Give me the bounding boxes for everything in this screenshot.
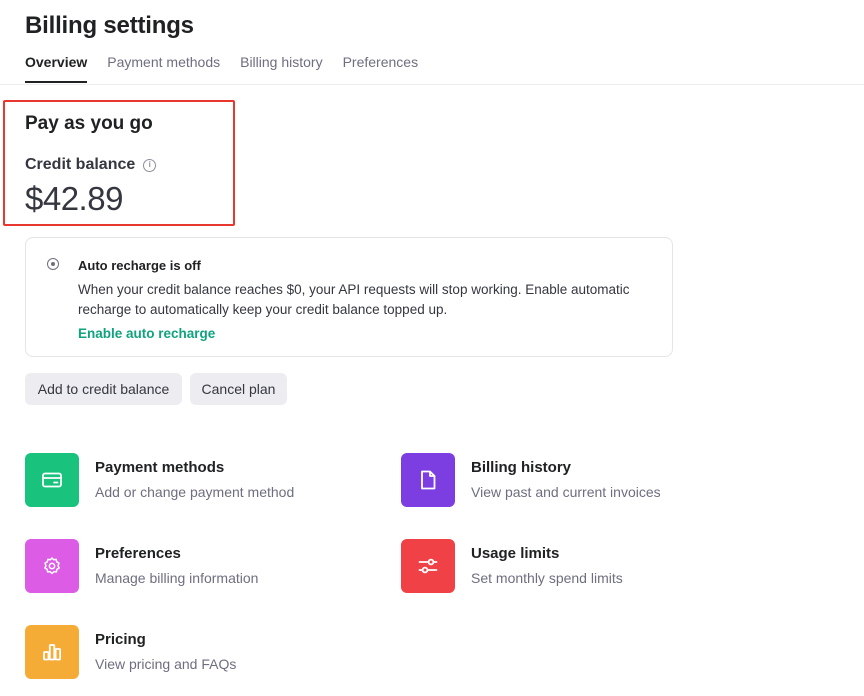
preferences-subtitle: Manage billing information	[95, 570, 259, 586]
pricing-link[interactable]: Pricing View pricing and FAQs	[25, 625, 236, 679]
info-icon[interactable]: i	[143, 158, 157, 172]
payment-methods-link[interactable]: Payment methods Add or change payment me…	[25, 453, 294, 507]
credit-balance-label-text: Credit balance	[25, 156, 136, 173]
auto-recharge-card: Auto recharge is off When your credit ba…	[25, 237, 673, 357]
auto-recharge-description: When your credit balance reaches $0, you…	[78, 282, 630, 317]
tab-overview[interactable]: Overview	[25, 54, 88, 83]
payment-methods-subtitle: Add or change payment method	[95, 484, 295, 500]
credit-balance-amount: $42.89	[25, 180, 123, 217]
sliders-icon	[401, 539, 455, 593]
gear-icon	[25, 539, 79, 593]
billing-settings-page: Billing settings Overview Payment method…	[0, 0, 864, 696]
plan-title: Pay as you go	[25, 113, 153, 134]
auto-recharge-title: Auto recharge is off	[78, 258, 201, 273]
tabs-divider	[0, 84, 864, 85]
tab-bar: Overview Payment methods Billing history…	[25, 54, 418, 83]
credit-card-icon	[25, 453, 79, 507]
credit-balance-label: Credit balance i	[25, 156, 157, 174]
billing-history-link[interactable]: Billing history View past and current in…	[401, 453, 661, 507]
document-icon	[401, 453, 455, 507]
tab-preferences[interactable]: Preferences	[343, 54, 418, 82]
preferences-link[interactable]: Preferences Manage billing information	[25, 539, 258, 593]
pricing-subtitle: View pricing and FAQs	[95, 656, 237, 672]
add-to-credit-balance-button[interactable]: Add to credit balance	[25, 373, 182, 405]
payment-methods-title: Payment methods	[95, 459, 225, 476]
cancel-plan-button[interactable]: Cancel plan	[190, 373, 287, 405]
radio-icon	[47, 258, 59, 270]
enable-auto-recharge-link[interactable]: Enable auto recharge	[78, 326, 215, 341]
preferences-title: Preferences	[95, 545, 181, 562]
page-title: Billing settings	[25, 12, 194, 39]
tab-billing-history[interactable]: Billing history	[240, 54, 322, 82]
billing-history-title: Billing history	[471, 459, 572, 476]
pricing-title: Pricing	[95, 631, 146, 648]
usage-limits-link[interactable]: Usage limits Set monthly spend limits	[401, 539, 623, 593]
usage-limits-subtitle: Set monthly spend limits	[471, 570, 623, 586]
usage-limits-title: Usage limits	[471, 545, 560, 562]
bar-chart-icon	[25, 625, 79, 679]
tab-payment-methods[interactable]: Payment methods	[107, 54, 220, 82]
billing-history-subtitle: View past and current invoices	[471, 484, 661, 500]
